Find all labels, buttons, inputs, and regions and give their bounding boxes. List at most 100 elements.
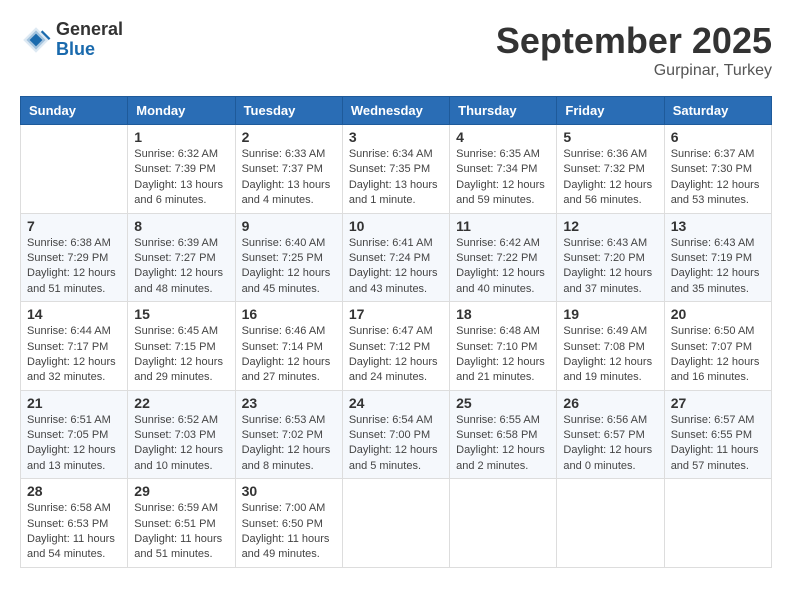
title-block: September 2025 Gurpinar, Turkey [496, 20, 772, 80]
day-number: 2 [242, 129, 336, 145]
weekday-header-saturday: Saturday [664, 97, 771, 125]
logo-icon [20, 24, 52, 56]
calendar-cell: 28 Sunrise: 6:58 AM Sunset: 6:53 PM Dayli… [21, 479, 128, 568]
day-number: 23 [242, 395, 336, 411]
calendar-cell: 27Sunrise: 6:57 AM Sunset: 6:55 PM Dayli… [664, 390, 771, 479]
calendar-table: SundayMondayTuesdayWednesdayThursdayFrid… [20, 96, 772, 568]
calendar-cell: 16 Sunrise: 6:46 AM Sunset: 7:14 PM Dayli… [235, 302, 342, 391]
calendar-cell: 3 Sunrise: 6:34 AM Sunset: 7:35 PM Daylig… [342, 125, 449, 214]
calendar-cell: 30Sunrise: 7:00 AM Sunset: 6:50 PM Dayli… [235, 479, 342, 568]
day-number: 24 [349, 395, 443, 411]
calendar-cell: 9 Sunrise: 6:40 AM Sunset: 7:25 PM Daylig… [235, 213, 342, 302]
week-row-1: 1 Sunrise: 6:32 AM Sunset: 7:39 PM Daylig… [21, 125, 772, 214]
day-number: 16 [242, 306, 336, 322]
day-info: Sunrise: 6:52 AM Sunset: 7:03 PM Dayligh… [134, 413, 228, 475]
calendar-cell: 14 Sunrise: 6:44 AM Sunset: 7:17 PM Dayli… [21, 302, 128, 391]
day-number: 22 [134, 395, 228, 411]
day-info: Sunrise: 6:58 AM Sunset: 6:53 PM Dayligh… [27, 501, 121, 563]
day-info: Sunrise: 6:41 AM Sunset: 7:24 PM Dayligh… [349, 236, 443, 298]
calendar-cell [450, 479, 557, 568]
day-info: Sunrise: 6:35 AM Sunset: 7:34 PM Dayligh… [456, 147, 550, 209]
day-number: 30 [242, 483, 336, 499]
day-number: 28 [27, 483, 121, 499]
month-title: September 2025 [496, 20, 772, 62]
day-info: Sunrise: 6:53 AM Sunset: 7:02 PM Dayligh… [242, 413, 336, 475]
day-info: Sunrise: 6:54 AM Sunset: 7:00 PM Dayligh… [349, 413, 443, 475]
day-number: 9 [242, 218, 336, 234]
calendar-cell: 11Sunrise: 6:42 AM Sunset: 7:22 PM Dayli… [450, 213, 557, 302]
day-number: 19 [563, 306, 657, 322]
logo: General Blue [20, 20, 123, 60]
weekday-header-friday: Friday [557, 97, 664, 125]
weekday-header-wednesday: Wednesday [342, 97, 449, 125]
day-info: Sunrise: 6:49 AM Sunset: 7:08 PM Dayligh… [563, 324, 657, 386]
calendar-cell: 10Sunrise: 6:41 AM Sunset: 7:24 PM Dayli… [342, 213, 449, 302]
weekday-header-tuesday: Tuesday [235, 97, 342, 125]
day-number: 14 [27, 306, 121, 322]
calendar-cell: 21 Sunrise: 6:51 AM Sunset: 7:05 PM Dayli… [21, 390, 128, 479]
week-row-4: 21 Sunrise: 6:51 AM Sunset: 7:05 PM Dayli… [21, 390, 772, 479]
calendar-cell: 22 Sunrise: 6:52 AM Sunset: 7:03 PM Dayli… [128, 390, 235, 479]
day-info: Sunrise: 6:56 AM Sunset: 6:57 PM Dayligh… [563, 413, 657, 475]
day-info: Sunrise: 6:40 AM Sunset: 7:25 PM Dayligh… [242, 236, 336, 298]
calendar-cell: 6Sunrise: 6:37 AM Sunset: 7:30 PM Daylig… [664, 125, 771, 214]
day-info: Sunrise: 6:39 AM Sunset: 7:27 PM Dayligh… [134, 236, 228, 298]
day-number: 26 [563, 395, 657, 411]
logo-text: General Blue [56, 20, 123, 60]
calendar-cell: 29Sunrise: 6:59 AM Sunset: 6:51 PM Dayli… [128, 479, 235, 568]
day-info: Sunrise: 6:32 AM Sunset: 7:39 PM Dayligh… [134, 147, 228, 209]
day-number: 7 [27, 218, 121, 234]
week-row-3: 14 Sunrise: 6:44 AM Sunset: 7:17 PM Dayli… [21, 302, 772, 391]
day-number: 27 [671, 395, 765, 411]
day-number: 20 [671, 306, 765, 322]
calendar-cell: 4 Sunrise: 6:35 AM Sunset: 7:34 PM Daylig… [450, 125, 557, 214]
day-info: Sunrise: 6:55 AM Sunset: 6:58 PM Dayligh… [456, 413, 550, 475]
weekday-header-monday: Monday [128, 97, 235, 125]
logo-blue-text: Blue [56, 40, 123, 60]
calendar-cell: 23 Sunrise: 6:53 AM Sunset: 7:02 PM Dayli… [235, 390, 342, 479]
day-number: 8 [134, 218, 228, 234]
calendar-cell: 17 Sunrise: 6:47 AM Sunset: 7:12 PM Dayli… [342, 302, 449, 391]
day-info: Sunrise: 6:34 AM Sunset: 7:35 PM Dayligh… [349, 147, 443, 209]
day-number: 18 [456, 306, 550, 322]
day-info: Sunrise: 6:36 AM Sunset: 7:32 PM Dayligh… [563, 147, 657, 209]
day-number: 17 [349, 306, 443, 322]
weekday-header-row: SundayMondayTuesdayWednesdayThursdayFrid… [21, 97, 772, 125]
calendar-cell [21, 125, 128, 214]
calendar-cell: 2 Sunrise: 6:33 AM Sunset: 7:37 PM Daylig… [235, 125, 342, 214]
day-info: Sunrise: 6:43 AM Sunset: 7:20 PM Dayligh… [563, 236, 657, 298]
day-info: Sunrise: 6:44 AM Sunset: 7:17 PM Dayligh… [27, 324, 121, 386]
page-header: General Blue September 2025 Gurpinar, Tu… [20, 20, 772, 80]
calendar-cell: 13Sunrise: 6:43 AM Sunset: 7:19 PM Dayli… [664, 213, 771, 302]
day-info: Sunrise: 6:47 AM Sunset: 7:12 PM Dayligh… [349, 324, 443, 386]
calendar-cell: 18Sunrise: 6:48 AM Sunset: 7:10 PM Dayli… [450, 302, 557, 391]
day-number: 4 [456, 129, 550, 145]
day-number: 3 [349, 129, 443, 145]
logo-general-text: General [56, 20, 123, 40]
calendar-cell [557, 479, 664, 568]
calendar-cell: 8 Sunrise: 6:39 AM Sunset: 7:27 PM Daylig… [128, 213, 235, 302]
day-number: 5 [563, 129, 657, 145]
day-info: Sunrise: 6:43 AM Sunset: 7:19 PM Dayligh… [671, 236, 765, 298]
location-text: Gurpinar, Turkey [496, 62, 772, 80]
calendar-cell: 25Sunrise: 6:55 AM Sunset: 6:58 PM Dayli… [450, 390, 557, 479]
calendar-cell: 26 Sunrise: 6:56 AM Sunset: 6:57 PM Dayli… [557, 390, 664, 479]
day-info: Sunrise: 6:46 AM Sunset: 7:14 PM Dayligh… [242, 324, 336, 386]
day-number: 15 [134, 306, 228, 322]
day-info: Sunrise: 6:50 AM Sunset: 7:07 PM Dayligh… [671, 324, 765, 386]
calendar-cell: 7Sunrise: 6:38 AM Sunset: 7:29 PM Daylig… [21, 213, 128, 302]
week-row-5: 28 Sunrise: 6:58 AM Sunset: 6:53 PM Dayli… [21, 479, 772, 568]
calendar-cell: 15Sunrise: 6:45 AM Sunset: 7:15 PM Dayli… [128, 302, 235, 391]
day-number: 1 [134, 129, 228, 145]
weekday-header-sunday: Sunday [21, 97, 128, 125]
day-info: Sunrise: 6:33 AM Sunset: 7:37 PM Dayligh… [242, 147, 336, 209]
day-info: Sunrise: 6:42 AM Sunset: 7:22 PM Dayligh… [456, 236, 550, 298]
calendar-cell: 5 Sunrise: 6:36 AM Sunset: 7:32 PM Daylig… [557, 125, 664, 214]
day-number: 21 [27, 395, 121, 411]
calendar-cell: 24 Sunrise: 6:54 AM Sunset: 7:00 PM Dayli… [342, 390, 449, 479]
day-info: Sunrise: 6:51 AM Sunset: 7:05 PM Dayligh… [27, 413, 121, 475]
calendar-cell [342, 479, 449, 568]
calendar-cell: 20 Sunrise: 6:50 AM Sunset: 7:07 PM Dayli… [664, 302, 771, 391]
week-row-2: 7Sunrise: 6:38 AM Sunset: 7:29 PM Daylig… [21, 213, 772, 302]
calendar-cell: 19 Sunrise: 6:49 AM Sunset: 7:08 PM Dayli… [557, 302, 664, 391]
